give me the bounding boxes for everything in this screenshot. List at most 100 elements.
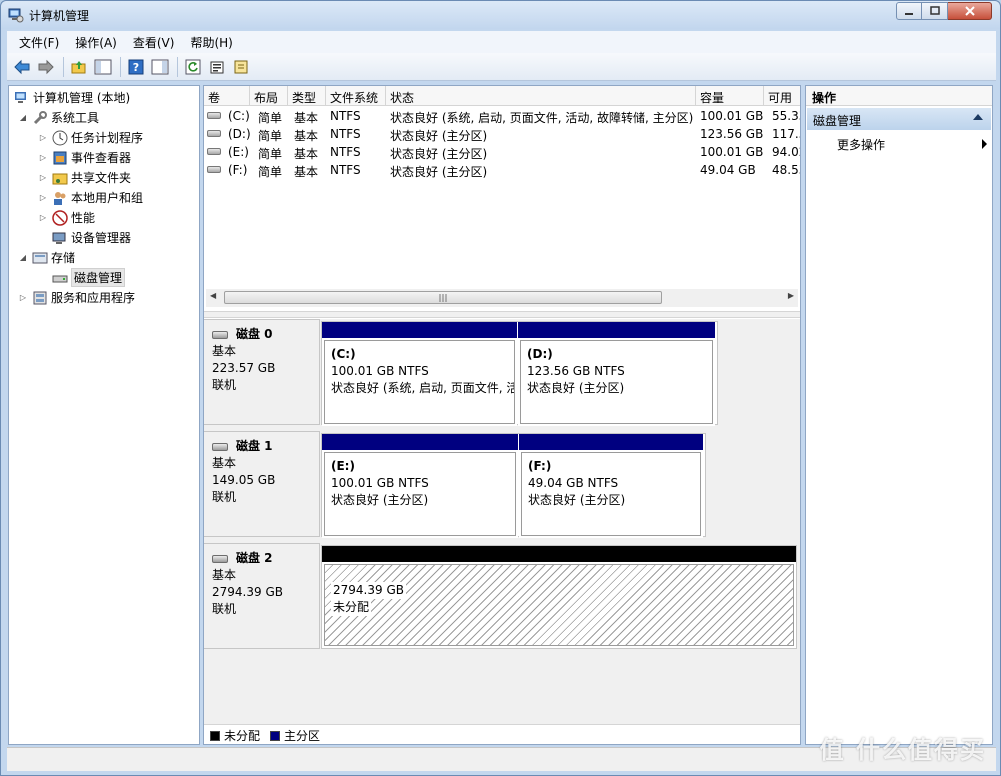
partition-status: 状态良好 (主分区) (527, 381, 625, 395)
back-button[interactable] (11, 56, 33, 78)
partition-f[interactable]: (F:) 49.04 GB NTFS 状态良好 (主分区) (519, 434, 703, 538)
column-header-type[interactable]: 类型 (288, 86, 326, 106)
partition-status: 未分配 (331, 599, 372, 616)
show-hide-console-tree-button[interactable] (92, 56, 114, 78)
tools-icon (33, 110, 47, 124)
legend-swatch-unallocated (210, 730, 220, 741)
disk-0-label[interactable]: 磁盘 0 基本 223.57 GB 联机 (204, 319, 320, 425)
tree-item-system-tools[interactable]: ◢ 系统工具 (17, 108, 99, 127)
console-tree-icon (94, 59, 112, 74)
toolbar-separator (177, 56, 178, 77)
caption-buttons (896, 2, 992, 20)
svg-text:?: ? (133, 61, 139, 74)
tree-item-event-viewer[interactable]: ▷ 事件查看器 (37, 148, 131, 167)
disk-name: 磁盘 0 (236, 327, 273, 341)
export-list-button[interactable] (230, 56, 252, 78)
column-header-layout[interactable]: 布局 (250, 86, 288, 106)
menu-action[interactable]: 操作(A) (69, 34, 123, 51)
refresh-button[interactable] (182, 56, 204, 78)
volume-free: 94.02 (772, 145, 800, 159)
tree-item-device-manager[interactable]: 设备管理器 (49, 228, 131, 247)
volume-free: 55.33 (772, 109, 800, 123)
volume-layout: 简单 (258, 111, 283, 125)
action-pane-header: 操作 (806, 86, 992, 106)
shared-folder-icon (52, 173, 68, 184)
expand-arrow-icon[interactable]: ▷ (37, 133, 49, 142)
tree-item-disk-management[interactable]: 磁盘管理 (49, 268, 126, 287)
volume-row[interactable]: (F:) 简单 基本 NTFS 状态良好 (主分区) 49.04 GB 48.5… (204, 161, 800, 179)
scroll-left-icon[interactable]: ◀ (210, 291, 216, 300)
volume-name: (F:) (228, 163, 248, 177)
more-actions-item[interactable]: 更多操作 (837, 136, 987, 153)
partition-box: (C:) 100.01 GB NTFS 状态良好 (系统, 启动, 页面文件, … (324, 340, 515, 424)
maximize-button[interactable] (922, 2, 948, 20)
disk-2-label[interactable]: 磁盘 2 基本 2794.39 GB 联机 (204, 543, 320, 649)
disk-name: 磁盘 2 (236, 551, 273, 565)
help-button[interactable]: ? (125, 56, 147, 78)
volume-type: 基本 (294, 165, 319, 179)
action-section-disk-management[interactable]: 磁盘管理 (807, 108, 991, 130)
collapse-up-icon[interactable] (973, 114, 983, 120)
volume-capacity: 100.01 GB (700, 145, 764, 159)
expand-arrow-icon[interactable]: ▷ (37, 173, 49, 182)
volume-type: 基本 (294, 111, 319, 125)
partition-d[interactable]: (D:) 123.56 GB NTFS 状态良好 (主分区) (518, 322, 715, 426)
tree-item-shared-folders[interactable]: ▷ 共享文件夹 (37, 168, 131, 187)
tree-item-services-apps[interactable]: ▷ 服务和应用程序 (17, 288, 135, 307)
volume-row[interactable]: (C:) 简单 基本 NTFS 状态良好 (系统, 启动, 页面文件, 活动, … (204, 107, 800, 125)
pane-splitter[interactable] (204, 311, 800, 318)
column-header-free[interactable]: 可用 (764, 86, 800, 106)
volume-row[interactable]: (E:) 简单 基本 NTFS 状态良好 (主分区) 100.01 GB 94.… (204, 143, 800, 161)
show-hide-action-pane-button[interactable] (149, 56, 171, 78)
menu-file[interactable]: 文件(F) (13, 34, 65, 51)
drive-icon (207, 130, 221, 137)
properties-button[interactable] (206, 56, 228, 78)
tree-item-performance[interactable]: ▷ 性能 (37, 208, 95, 227)
tree-item-local-users[interactable]: ▷ 本地用户和组 (37, 188, 143, 207)
expand-arrow-icon[interactable]: ▷ (37, 153, 49, 162)
column-header-capacity[interactable]: 容量 (696, 86, 764, 106)
tree-item-task-scheduler[interactable]: ▷ 任务计划程序 (37, 128, 143, 147)
horizontal-scrollbar[interactable]: ◀ ▶ (206, 289, 798, 307)
expand-arrow-icon[interactable]: ▷ (37, 213, 49, 222)
maximize-icon (929, 6, 940, 15)
partition-c[interactable]: (C:) 100.01 GB NTFS 状态良好 (系统, 启动, 页面文件, … (322, 322, 517, 426)
device-manager-icon (52, 232, 66, 244)
expand-arrow-icon[interactable]: ▷ (37, 193, 49, 202)
forward-button[interactable] (35, 56, 57, 78)
disk-type: 基本 (212, 456, 237, 470)
volume-row[interactable]: (D:) 简单 基本 NTFS 状态良好 (主分区) 123.56 GB 117… (204, 125, 800, 143)
tree-item-root[interactable]: 计算机管理 (本地) (11, 88, 130, 107)
disk-name: 磁盘 1 (236, 439, 273, 453)
column-header-status[interactable]: 状态 (386, 86, 696, 106)
volume-status: 状态良好 (主分区) (390, 147, 488, 161)
menu-help[interactable]: 帮助(H) (184, 34, 238, 51)
column-header-filesystem[interactable]: 文件系统 (326, 86, 386, 106)
scroll-right-icon[interactable]: ▶ (788, 291, 794, 300)
tree-label: 服务和应用程序 (51, 291, 136, 305)
console-tree: 计算机管理 (本地) ◢ 系统工具 ▷ 任务计划程序 ▷ 事件查看器 ▷ 共享文… (8, 85, 200, 745)
partition-e[interactable]: (E:) 100.01 GB NTFS 状态良好 (主分区) (322, 434, 518, 538)
scrollbar-thumb[interactable] (224, 291, 662, 304)
up-level-button[interactable] (68, 56, 90, 78)
tree-label: 任务计划程序 (71, 131, 144, 145)
partition-name: (F:) (528, 459, 552, 473)
volume-name: (C:) (228, 109, 250, 123)
partition-unallocated[interactable]: 2794.39 GB 未分配 (322, 546, 796, 648)
expand-arrow-icon[interactable]: ▷ (17, 293, 29, 302)
disk-state: 联机 (212, 602, 237, 616)
tree-label: 性能 (71, 211, 96, 225)
menu-view[interactable]: 查看(V) (127, 34, 181, 51)
action-pane: 操作 磁盘管理 更多操作 (805, 85, 993, 745)
minimize-button[interactable] (896, 2, 922, 20)
submenu-arrow-icon (982, 139, 987, 149)
column-header-volume[interactable]: 卷 (204, 86, 250, 106)
disk-1-label[interactable]: 磁盘 1 基本 149.05 GB 联机 (204, 431, 320, 537)
collapse-arrow-icon[interactable]: ◢ (17, 113, 29, 122)
close-button[interactable] (948, 2, 992, 20)
partition-box: (E:) 100.01 GB NTFS 状态良好 (主分区) (324, 452, 516, 536)
volume-free: 48.53 (772, 163, 800, 177)
tree-item-storage[interactable]: ◢ 存储 (17, 248, 75, 267)
collapse-arrow-icon[interactable]: ◢ (17, 253, 29, 262)
title-bar[interactable]: 计算机管理 (1, 1, 1000, 29)
